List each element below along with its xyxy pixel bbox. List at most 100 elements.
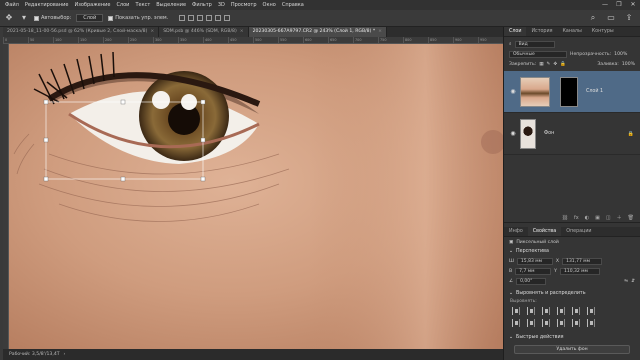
- distribute-bottom-icon[interactable]: [587, 319, 595, 327]
- tab-properties[interactable]: Свойства: [527, 227, 562, 236]
- tab-paths[interactable]: Контуры: [587, 27, 619, 36]
- eye-icon[interactable]: ◉: [510, 88, 516, 95]
- lock-paint-icon[interactable]: ✎: [547, 62, 551, 67]
- x-input[interactable]: 131,77 мм: [562, 257, 603, 265]
- height-input[interactable]: 7,7 мм: [515, 267, 552, 275]
- layer-mask-thumbnail[interactable]: [560, 76, 578, 107]
- distribute-right-icon[interactable]: [542, 319, 550, 327]
- menu-view[interactable]: Просмотр: [228, 2, 260, 8]
- align-top-icon[interactable]: [557, 307, 565, 315]
- move-tool-icon[interactable]: ✥: [4, 13, 14, 23]
- align-vcenter-icon[interactable]: [572, 307, 580, 315]
- y-input[interactable]: 110,32 мм: [559, 267, 600, 275]
- tool-preset-icon[interactable]: ▾: [19, 13, 29, 23]
- align-right-icon[interactable]: [542, 307, 550, 315]
- align-middle-icon[interactable]: [215, 15, 222, 21]
- menu-image[interactable]: Изображение: [71, 2, 113, 8]
- group-icon[interactable]: ◫: [606, 215, 611, 221]
- fill-value[interactable]: 100%: [622, 62, 635, 67]
- angle-input[interactable]: 0,00°: [516, 277, 547, 285]
- show-transform-checkbox[interactable]: Показать упр. элем.: [108, 15, 168, 21]
- tab-actions[interactable]: Операции: [561, 227, 596, 236]
- eye-icon[interactable]: ◉: [510, 130, 516, 137]
- lock-all-icon[interactable]: 🔒: [560, 62, 566, 67]
- horizontal-ruler[interactable]: 0 50 100 150 200 250 300 350 400 450 500…: [3, 37, 503, 44]
- menu-file[interactable]: Файл: [2, 2, 22, 8]
- lock-position-icon[interactable]: ✥: [553, 62, 557, 67]
- close-tab-icon[interactable]: ×: [150, 29, 154, 34]
- close-tab-icon[interactable]: ×: [240, 29, 244, 34]
- autoselect-dropdown[interactable]: Слой: [76, 14, 104, 22]
- link-icon[interactable]: ⛓: [562, 215, 568, 221]
- new-layer-icon[interactable]: ＋: [617, 214, 622, 221]
- autoselect-checkbox[interactable]: Автовыбор:: [34, 15, 71, 21]
- menu-edit[interactable]: Редактирование: [22, 2, 72, 8]
- menu-select[interactable]: Выделение: [153, 2, 189, 8]
- tab-info[interactable]: Инфо: [504, 227, 528, 236]
- status-text: Рабочий: 3,5/8'/13,4T: [9, 352, 60, 357]
- share-icon[interactable]: ⇪: [624, 13, 634, 23]
- distribute-left-icon[interactable]: [512, 319, 520, 327]
- align-bottom-icon[interactable]: [587, 307, 595, 315]
- menu-3d[interactable]: 3D: [215, 2, 228, 8]
- distribute-hcenter-icon[interactable]: [527, 319, 535, 327]
- transform-handle[interactable]: [200, 137, 206, 143]
- align-left-icon[interactable]: [179, 15, 186, 21]
- align-hcenter-icon[interactable]: [527, 307, 535, 315]
- document-tab-active[interactable]: 20230305-667A9797.CR2 @ 243% (Слой 1, RG…: [248, 27, 387, 37]
- align-top-icon[interactable]: [206, 15, 213, 21]
- document-tab[interactable]: SDM.psb @ 446% (SDM, RGB/8) ×: [159, 27, 249, 37]
- layer-filter-dropdown[interactable]: Вид: [514, 40, 555, 48]
- transform-handle[interactable]: [200, 99, 206, 105]
- align-right-icon[interactable]: [197, 15, 204, 21]
- transform-handle[interactable]: [200, 176, 206, 182]
- distribute-vcenter-icon[interactable]: [572, 319, 580, 327]
- document-canvas[interactable]: [9, 44, 503, 349]
- menu-filter[interactable]: Фильтр: [189, 2, 215, 8]
- layer-name[interactable]: Слой 1: [586, 89, 603, 94]
- align-bottom-icon[interactable]: [224, 15, 231, 21]
- workspace-icon[interactable]: ▭: [606, 13, 616, 23]
- transform-handle[interactable]: [43, 176, 49, 182]
- maximize-button[interactable]: ❐: [612, 0, 626, 10]
- align-section-title[interactable]: ⌄ Выровнять и распределить: [504, 289, 640, 298]
- search-icon[interactable]: ⌕: [588, 13, 598, 23]
- layer-row-layer1[interactable]: ◉ Слой 1: [504, 71, 640, 113]
- align-center-icon[interactable]: [188, 15, 195, 21]
- close-button[interactable]: ✕: [626, 0, 640, 10]
- minimize-button[interactable]: —: [598, 0, 612, 10]
- tab-layers[interactable]: Слои: [504, 27, 527, 36]
- close-tab-icon[interactable]: ×: [378, 29, 382, 34]
- menu-window[interactable]: Окно: [260, 2, 279, 8]
- document-tab[interactable]: 2021-05-18_11-00-56.psd @ 62% (Кривые 2,…: [3, 27, 160, 37]
- width-input[interactable]: 15,83 мм: [516, 257, 553, 265]
- menu-type[interactable]: Текст: [132, 2, 153, 8]
- transform-handle[interactable]: [120, 176, 126, 182]
- fx-icon[interactable]: fx: [574, 215, 579, 221]
- transform-handle[interactable]: [120, 99, 126, 105]
- ruler-tick: 900: [453, 37, 478, 43]
- transform-handle[interactable]: [43, 137, 49, 143]
- blend-mode-dropdown[interactable]: Обычные: [509, 50, 567, 58]
- document-tabs: 2021-05-18_11-00-56.psd @ 62% (Кривые 2,…: [3, 27, 503, 37]
- quick-actions-title[interactable]: ⌄ Быстрые действия: [504, 333, 640, 342]
- distribute-top-icon[interactable]: [557, 319, 565, 327]
- tab-history[interactable]: История: [526, 27, 557, 36]
- layer-row-background[interactable]: ◉ Фон 🔒: [504, 113, 640, 155]
- menu-help[interactable]: Справка: [279, 2, 307, 8]
- status-arrow-icon[interactable]: ›: [64, 352, 66, 357]
- transform-section-title[interactable]: ⌄ Перспектива: [504, 247, 640, 256]
- mask-icon[interactable]: ▣: [595, 215, 600, 221]
- adjustment-icon[interactable]: ◐: [585, 215, 589, 221]
- remove-background-button[interactable]: Удалить фон: [514, 345, 630, 354]
- lock-pixels-icon[interactable]: ▦: [539, 62, 543, 67]
- opacity-value[interactable]: 100%: [614, 52, 627, 57]
- flip-v-icon[interactable]: ⇵: [631, 279, 635, 284]
- trash-icon[interactable]: 🗑: [628, 215, 634, 221]
- transform-handle[interactable]: [43, 99, 49, 105]
- flip-h-icon[interactable]: ⇋: [624, 279, 628, 284]
- align-left-icon[interactable]: [512, 307, 520, 315]
- menu-layers[interactable]: Слои: [113, 2, 132, 8]
- tab-channels[interactable]: Каналы: [557, 27, 586, 36]
- layer-name[interactable]: Фон: [544, 131, 554, 136]
